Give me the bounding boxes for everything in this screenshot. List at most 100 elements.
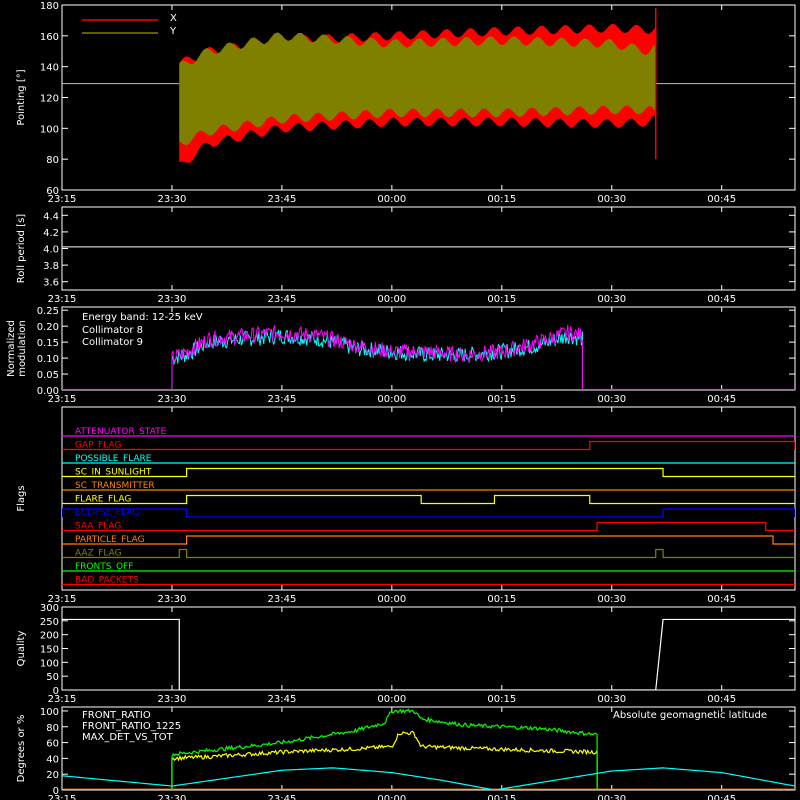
quality-ytick-label-4: 200 [40, 631, 59, 642]
quality-ytick-label-2: 100 [40, 658, 59, 669]
quality-ytick-label-6: 300 [40, 603, 59, 614]
roll-period-xtick-label-2: 23:45 [267, 294, 296, 305]
pointing-ytick-label-3: 120 [40, 94, 59, 105]
roll-period-ylabel: Roll period [s] [16, 214, 27, 283]
modulation-xtick-label-6: 00:45 [707, 394, 736, 405]
flag-sc-in-sunlight-label: SC_IN_SUNLIGHT [75, 468, 152, 478]
pointing-legend-label-x: X [170, 13, 177, 24]
pointing-xtick-label-6: 00:45 [707, 194, 736, 205]
flag-flare-flag-label: FLARE_FLAG [75, 495, 131, 505]
flags-plot-area [62, 435, 795, 586]
flags-xtick-label-4: 00:15 [487, 594, 516, 605]
pointing-ytick-label-0: 60 [46, 186, 59, 197]
flag-fronts-off-label: FRONTS_OFF [75, 562, 133, 572]
ratios-xtick-label-5: 00:30 [597, 794, 626, 800]
modulation-xtick-label-3: 00:00 [377, 394, 406, 405]
flag-attenuator-state-label: ATTENUATOR_STATE [75, 427, 167, 437]
ratios-ytick-label-0: 0 [53, 786, 59, 797]
pointing-ytick-label-6: 180 [40, 1, 59, 12]
roll-period-ytick-label-2: 4.0 [43, 245, 59, 256]
flags-xtick-label-5: 00:30 [597, 594, 626, 605]
pointing-xtick-label-1: 23:30 [158, 194, 187, 205]
ratios-xtick-label-4: 00:15 [487, 794, 516, 800]
flag-sc-transmitter-label: SC_TRANSMITTER [75, 481, 155, 491]
modulation-legend-label-1: Collimator 9 [82, 337, 143, 348]
quality-ytick-label-1: 50 [46, 672, 59, 683]
roll-period-ytick-label-1: 3.8 [43, 261, 59, 272]
flags-xtick-label-1: 23:30 [158, 594, 187, 605]
ratios-legend-label-3: Absolute geomagnetic latitude [613, 710, 767, 721]
quality-panel: 23:15 23:30 23:45 00:00 00:15 00:30 00:4505010… [16, 603, 796, 705]
flag-gap-flag-line [62, 440, 795, 451]
flag-particle-flag-label: PARTICLE_FLAG [75, 535, 145, 545]
roll-period-xtick-label-3: 00:00 [377, 294, 406, 305]
modulation-ytick-label-1: 0.05 [37, 370, 59, 381]
modulation-ylabel-1: modulation [17, 320, 28, 377]
modulation-plot-area [62, 324, 795, 390]
pointing-ytick-label-2: 100 [40, 124, 59, 135]
pointing-ytick-label-5: 160 [40, 32, 59, 43]
ratios-xtick-label-6: 00:45 [707, 794, 736, 800]
quality-xtick-label-4: 00:15 [487, 694, 516, 705]
modulation-xtick-label-1: 23:30 [158, 394, 187, 405]
flags-panel: 23:15 23:30 23:45 00:00 00:15 00:30 00:45Flags… [16, 406, 796, 605]
modulation-series-1 [171, 324, 583, 390]
ratios-xtick-label-1: 23:30 [158, 794, 187, 800]
quality-ytick-label-0: 0 [53, 686, 59, 697]
figure: 23:15 23:30 23:45 00:00 00:15 00:30 00:45 60 80 1… [6, 1, 796, 800]
modulation-energy-band-annotation: Energy band: 12-25 keV [82, 312, 203, 323]
modulation-ytick-label-3: 0.15 [37, 338, 59, 349]
flag-saa-flag-label: SAA_FLAG [75, 522, 121, 532]
roll-period-ytick-label-4: 4.4 [43, 211, 59, 222]
flag-saa-flag-line [62, 521, 795, 532]
quality-xtick-label-6: 00:45 [707, 694, 736, 705]
flags-xtick-label-3: 00:00 [377, 594, 406, 605]
quality-xtick-label-2: 23:45 [267, 694, 296, 705]
ratios-ylabel: Degrees or % [16, 715, 27, 783]
roll-period-panel: 23:15 23:30 23:45 00:00 00:15 00:30 00:45 3.6 3.… [16, 206, 796, 305]
modulation-panel: 23:15 23:30 23:45 00:00 00:15 00:30 00:450.000… [6, 306, 796, 405]
roll-period-xtick-label-5: 00:30 [597, 294, 626, 305]
modulation-xtick-label-5: 00:30 [597, 394, 626, 405]
pointing-ytick-label-4: 140 [40, 63, 59, 74]
flag-eclipse-flag-line [62, 508, 795, 518]
pointing-ylabel: Pointing [°] [16, 69, 27, 125]
roll-period-ytick-label-3: 4.2 [43, 228, 59, 239]
flags-ylabel: Flags [16, 485, 27, 511]
flag-particle-flag-line [62, 535, 795, 545]
flag-gap-flag-label: GAP_FLAG [75, 441, 121, 451]
quality-plot-area [62, 618, 795, 690]
flag-aaz-flag-label: AAZ_FLAG [75, 549, 122, 559]
ratios-series-0 [171, 730, 598, 790]
modulation-xtick-label-4: 00:15 [487, 394, 516, 405]
ratios-series-1 [171, 708, 598, 790]
pointing-legend-label-y: Y [169, 26, 177, 37]
modulation-legend-label-0: Collimator 8 [82, 325, 143, 336]
flag-possible-flare-label: POSSIBLE_FLARE [75, 454, 152, 464]
quality-ytick-label-3: 150 [40, 645, 59, 656]
quality-xtick-label-3: 00:00 [377, 694, 406, 705]
ratios-legend-label-1: FRONT_RATIO_1225 [82, 721, 181, 732]
ratios-ytick-label-3: 60 [46, 739, 59, 750]
pointing-xtick-label-2: 23:45 [267, 194, 296, 205]
flags-xtick-label-2: 23:45 [267, 594, 296, 605]
quality-xtick-label-1: 23:30 [158, 694, 187, 705]
ratios-xtick-label-2: 23:45 [267, 794, 296, 800]
ratios-panel: 23:15 23:30 23:45 00:00 00:15 00:30 00:4502040… [16, 706, 796, 800]
roll-period-ytick-label-0: 3.6 [43, 278, 59, 289]
flag-flare-flag-line [62, 494, 795, 505]
ratios-ytick-label-2: 40 [46, 754, 59, 765]
quality-xtick-label-5: 00:30 [597, 694, 626, 705]
quality-line [62, 618, 795, 690]
quality-ylabel: Quality [16, 631, 27, 667]
modulation-xtick-label-2: 23:45 [267, 394, 296, 405]
pointing-xtick-label-4: 00:15 [487, 194, 516, 205]
ratios-legend-label-2: MAX_DET_VS_TOT [82, 732, 174, 743]
modulation-ytick-label-5: 0.25 [37, 306, 59, 317]
pointing-xtick-label-3: 00:00 [377, 194, 406, 205]
flags-xtick-label-6: 00:45 [707, 594, 736, 605]
modulation-ytick-label-0: 0.00 [37, 386, 59, 397]
roll-period-xtick-label-4: 00:15 [487, 294, 516, 305]
roll-period-xtick-label-0: 23:15 [48, 294, 77, 305]
ratios-xtick-label-3: 00:00 [377, 794, 406, 800]
